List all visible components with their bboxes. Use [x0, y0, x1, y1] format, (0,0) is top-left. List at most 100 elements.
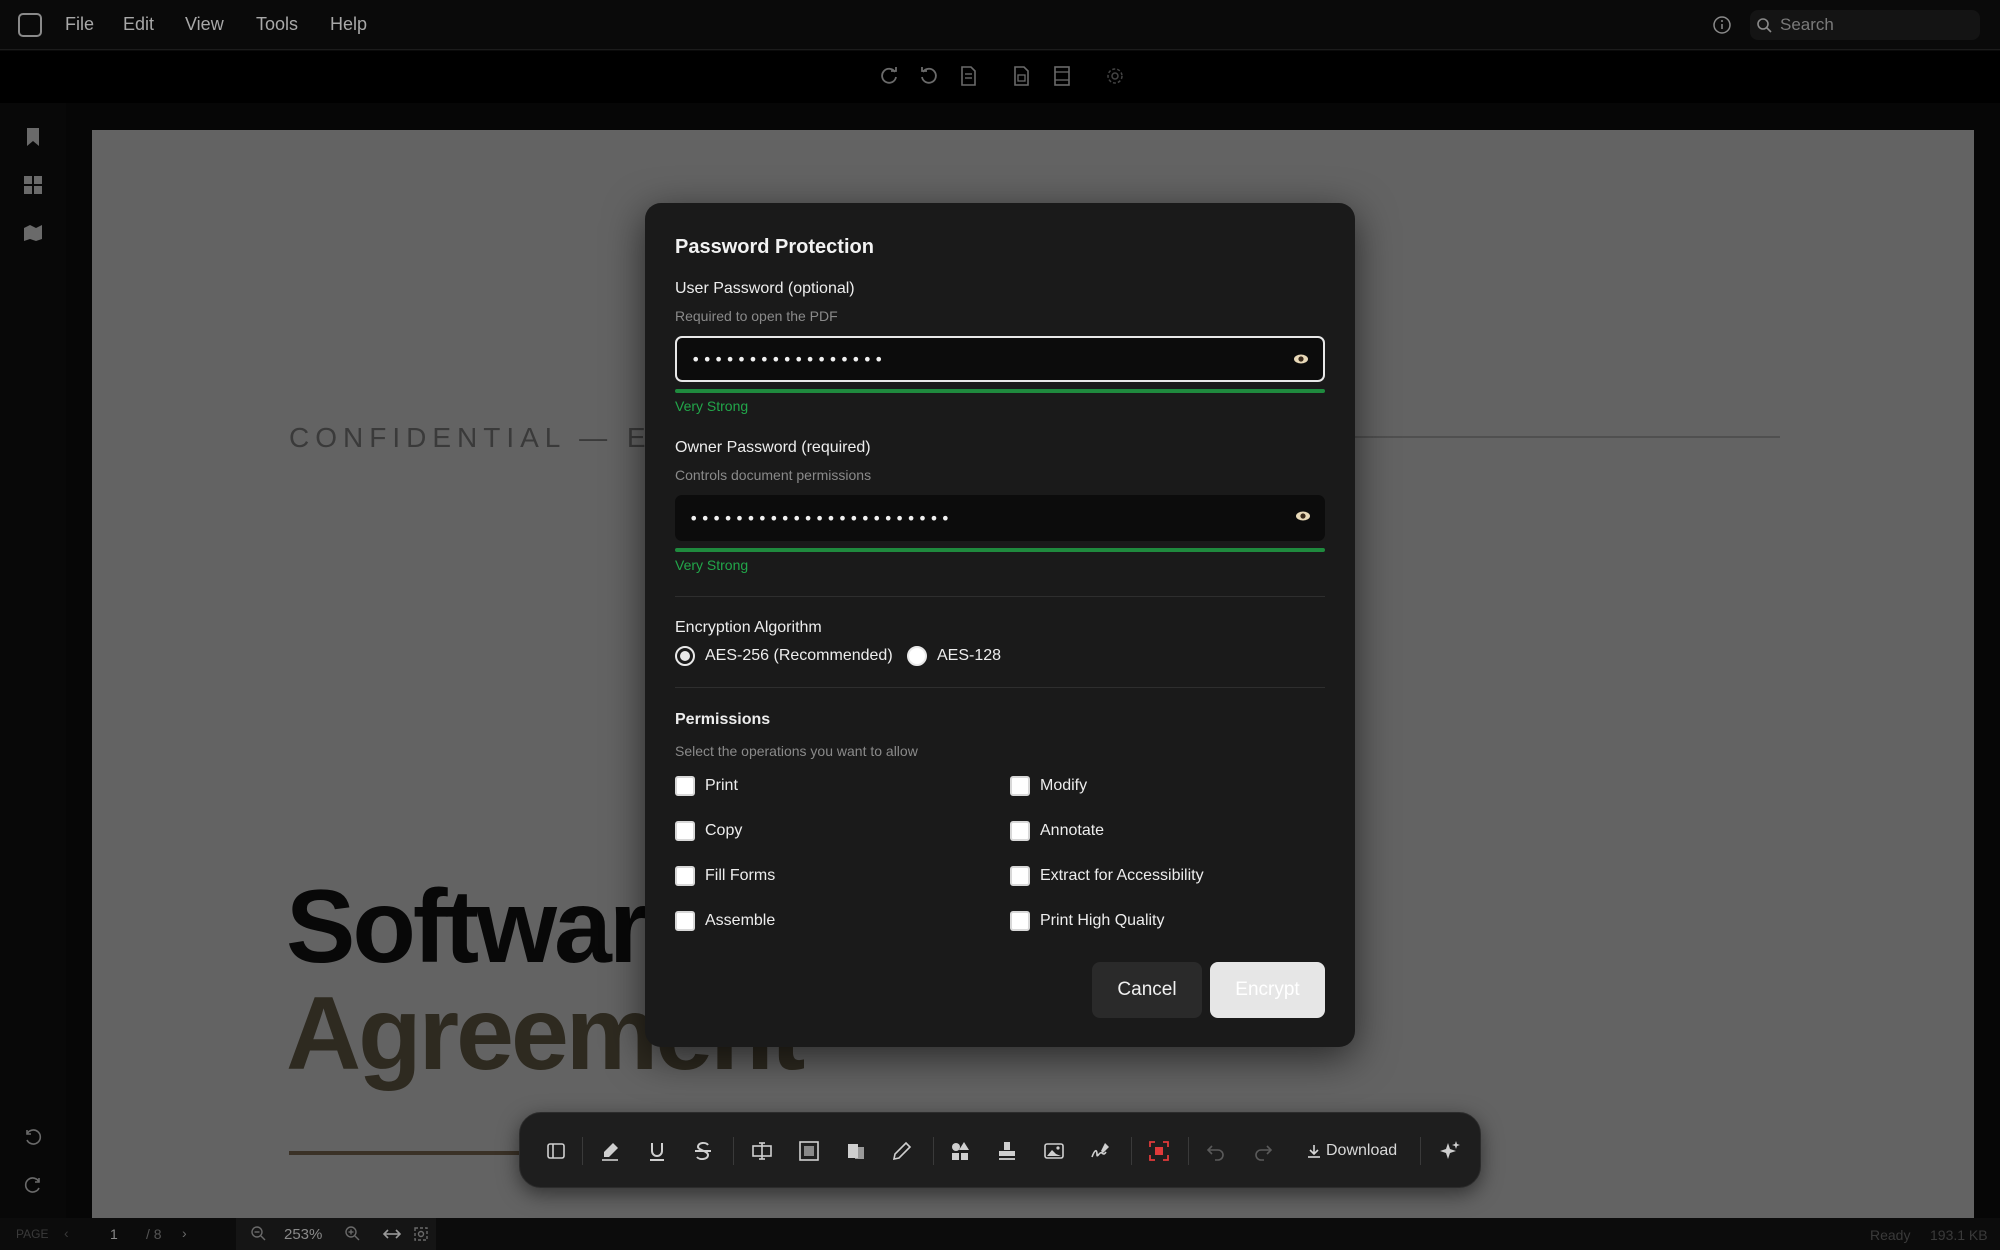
file-size: 193.1 KB	[1930, 1227, 1988, 1243]
stamp-icon[interactable]	[995, 1139, 1019, 1163]
signature-icon[interactable]	[1089, 1139, 1113, 1163]
radio-aes-256-label[interactable]: AES-256 (Recommended)	[705, 647, 893, 665]
ai-sparkle-icon[interactable]	[1438, 1139, 1462, 1163]
user-password-label: User Password (optional)	[675, 280, 855, 297]
user-password-hint: Required to open the PDF	[675, 308, 838, 324]
checkbox-copy-label[interactable]: Copy	[705, 822, 742, 840]
fit-page-icon[interactable]	[412, 1225, 430, 1243]
page-number-input[interactable]: 1	[110, 1226, 118, 1242]
strikethrough-icon[interactable]	[691, 1139, 715, 1163]
pdf-document-icon[interactable]	[1011, 65, 1033, 87]
film-strip-icon[interactable]	[1051, 65, 1073, 87]
prev-page-icon[interactable]: ‹	[64, 1225, 69, 1241]
shapes-icon[interactable]	[948, 1139, 972, 1163]
toggle-sidebar-icon[interactable]	[544, 1139, 568, 1163]
pages-icon[interactable]	[844, 1139, 868, 1163]
redact-icon[interactable]	[1147, 1139, 1171, 1163]
redo-icon[interactable]	[1251, 1139, 1275, 1163]
checkbox-copy[interactable]	[675, 821, 695, 841]
dialog-title: Password Protection	[675, 236, 874, 258]
owner-password-field[interactable]	[675, 495, 1325, 541]
menu-help[interactable]: Help	[330, 14, 367, 35]
text-box-icon[interactable]	[750, 1139, 774, 1163]
checkbox-assemble[interactable]	[675, 911, 695, 931]
document-settings-icon[interactable]	[958, 65, 980, 87]
radio-aes-128[interactable]	[907, 646, 927, 666]
document-title-line-1: Software	[286, 869, 704, 985]
fit-width-icon[interactable]	[382, 1224, 402, 1244]
checkbox-extract-accessibility[interactable]	[1010, 866, 1030, 886]
left-sidebar	[0, 103, 66, 1218]
zoom-out-icon[interactable]	[250, 1225, 266, 1241]
download-button[interactable]: Download	[1302, 1133, 1412, 1169]
toolbar-separator	[1131, 1137, 1132, 1165]
owner-password-input[interactable]	[689, 495, 1269, 541]
document-accent-rule	[289, 1151, 549, 1155]
pen-icon[interactable]	[890, 1139, 914, 1163]
user-password-input[interactable]	[691, 338, 1271, 380]
checkbox-fill-forms-label[interactable]: Fill Forms	[705, 867, 775, 885]
zoom-level[interactable]: 253%	[284, 1226, 322, 1243]
bookmark-icon[interactable]	[22, 126, 44, 148]
owner-password-hint: Controls document permissions	[675, 467, 872, 483]
thumbnails-grid-icon[interactable]	[22, 174, 44, 196]
checkbox-extract-accessibility-label[interactable]: Extract for Accessibility	[1040, 867, 1204, 885]
menu-bar: File Edit View Tools Help	[0, 0, 2000, 50]
show-password-eye-icon[interactable]	[1295, 510, 1311, 522]
next-page-icon[interactable]: ›	[182, 1225, 187, 1241]
checkbox-print[interactable]	[675, 776, 695, 796]
radio-aes-256[interactable]	[675, 646, 695, 666]
toolbar-separator	[1420, 1137, 1421, 1165]
radio-aes-128-label[interactable]: AES-128	[937, 647, 1001, 665]
permissions-label: Permissions	[675, 711, 771, 728]
attachments-icon[interactable]	[22, 221, 44, 243]
cancel-button[interactable]: Cancel	[1092, 962, 1202, 1018]
user-password-field[interactable]	[675, 336, 1325, 382]
rotate-counterclockwise-icon[interactable]	[918, 65, 940, 87]
settings-gear-icon[interactable]	[1104, 65, 1126, 87]
image-icon[interactable]	[1042, 1139, 1066, 1163]
search-box[interactable]	[1750, 10, 1980, 40]
checkbox-fill-forms[interactable]	[675, 866, 695, 886]
download-label: Download	[1326, 1142, 1398, 1159]
undo-icon[interactable]	[1204, 1139, 1228, 1163]
owner-password-strength-text: Very Strong	[675, 557, 749, 573]
checkbox-modify-label[interactable]: Modify	[1040, 777, 1087, 795]
owner-password-label: Owner Password (required)	[675, 439, 871, 456]
checkbox-print-high-quality-label[interactable]: Print High Quality	[1040, 912, 1165, 930]
user-password-strength-text: Very Strong	[675, 398, 749, 414]
checkbox-annotate[interactable]	[1010, 821, 1030, 841]
app-logo-icon[interactable]	[18, 13, 42, 37]
document-rule	[1340, 436, 1780, 438]
rotate-clockwise-icon[interactable]	[878, 65, 900, 87]
refresh-icon[interactable]	[22, 1174, 44, 1196]
toolbar-separator	[582, 1137, 583, 1165]
undo-history-icon[interactable]	[22, 1126, 44, 1148]
page-label: PAGE	[16, 1227, 49, 1241]
download-icon	[1306, 1143, 1322, 1159]
checkbox-print-high-quality[interactable]	[1010, 911, 1030, 931]
info-icon[interactable]	[1712, 15, 1732, 35]
checkbox-print-label[interactable]: Print	[705, 777, 738, 795]
area-select-icon[interactable]	[797, 1139, 821, 1163]
divider	[675, 687, 1325, 688]
menu-view[interactable]: View	[185, 14, 224, 35]
status-text: Ready	[1870, 1227, 1911, 1243]
checkbox-modify[interactable]	[1010, 776, 1030, 796]
highlighter-icon[interactable]	[598, 1139, 622, 1163]
show-password-eye-icon[interactable]	[1293, 353, 1309, 365]
document-confidential-heading: CONFIDENTIAL — EXE	[289, 422, 701, 453]
menu-edit[interactable]: Edit	[123, 14, 154, 35]
menu-tools[interactable]: Tools	[256, 14, 298, 35]
top-toolbar	[0, 51, 2000, 103]
search-input[interactable]	[1780, 10, 1970, 40]
menu-file[interactable]: File	[65, 14, 94, 35]
encrypt-button[interactable]: Encrypt	[1210, 962, 1325, 1018]
annotation-toolbar: Download	[519, 1112, 1481, 1188]
underline-icon[interactable]	[645, 1139, 669, 1163]
page-total: / 8	[146, 1226, 162, 1242]
checkbox-assemble-label[interactable]: Assemble	[705, 912, 775, 930]
zoom-in-icon[interactable]	[344, 1225, 360, 1241]
search-icon	[1756, 17, 1772, 33]
checkbox-annotate-label[interactable]: Annotate	[1040, 822, 1104, 840]
